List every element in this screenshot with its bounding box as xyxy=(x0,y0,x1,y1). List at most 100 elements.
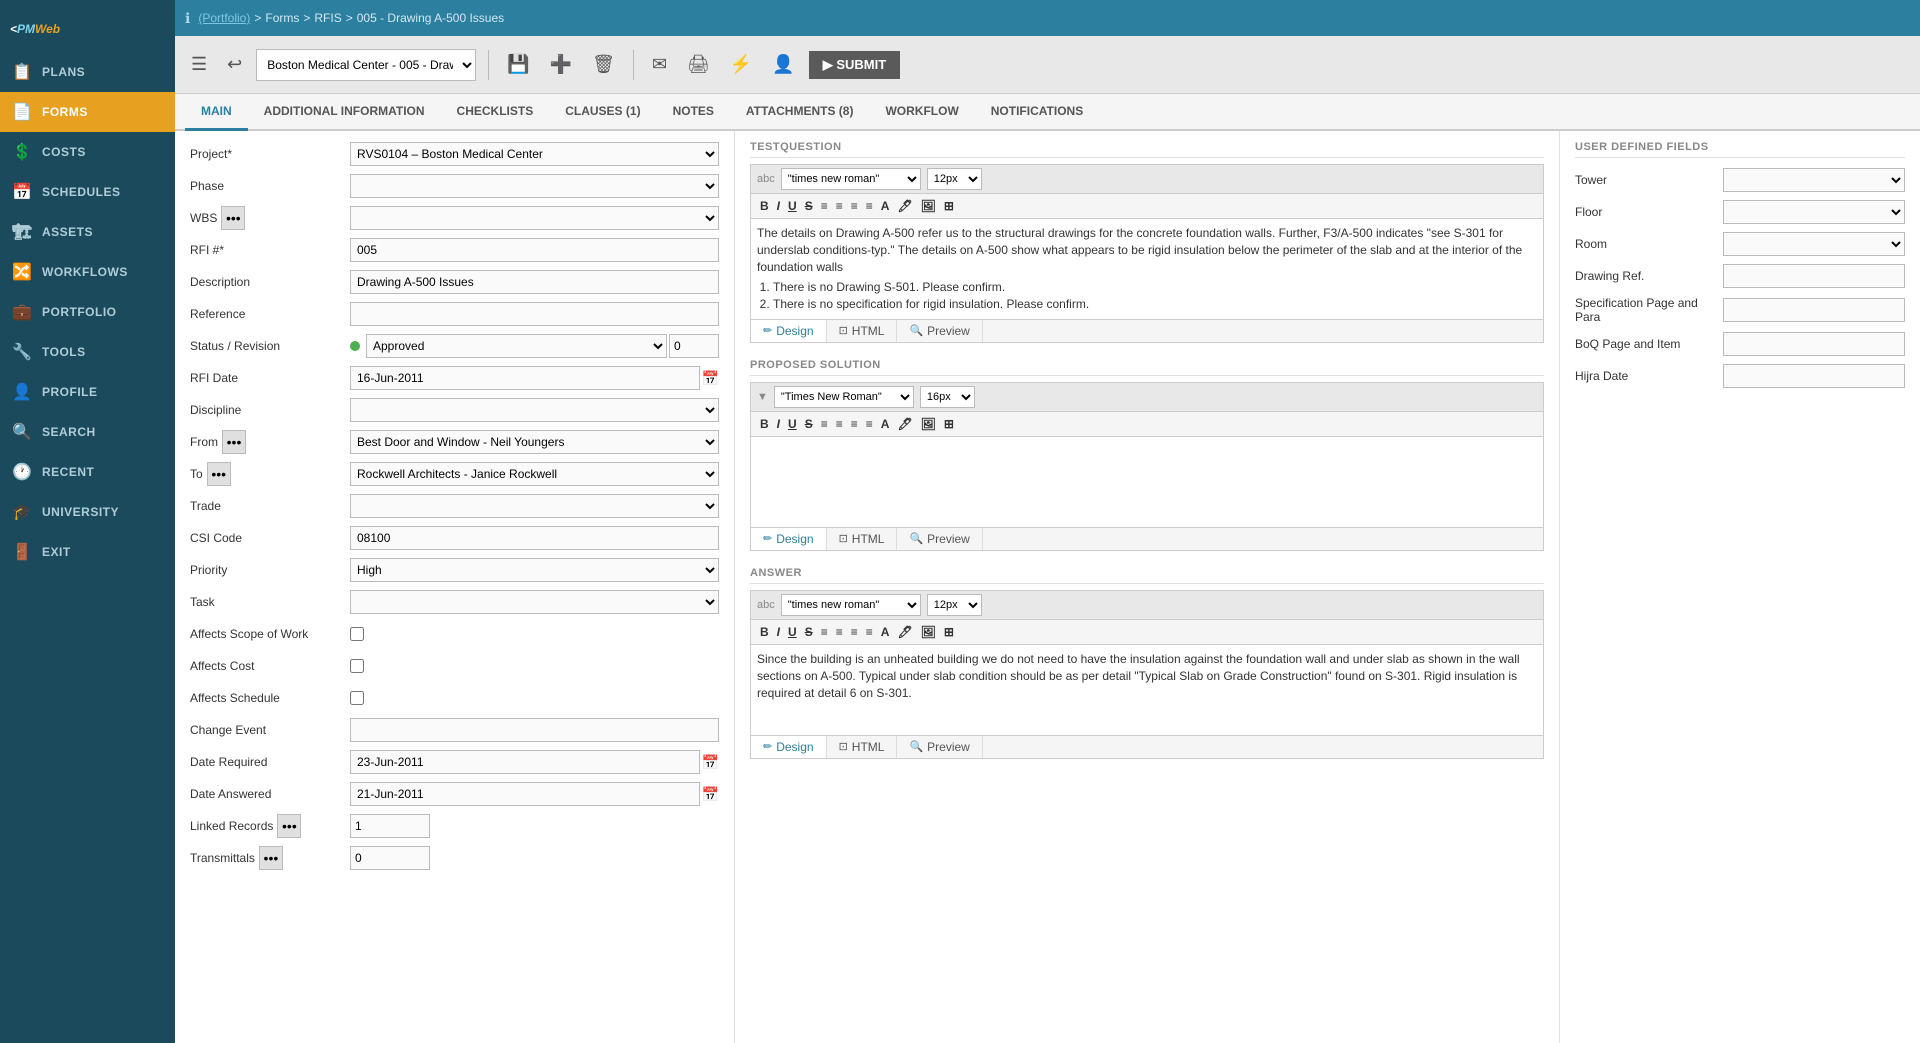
proposed-table-button[interactable]: ⊞ xyxy=(941,415,957,433)
testquestion-size-select[interactable]: 12px xyxy=(927,168,982,190)
image-button[interactable]: 🖼 xyxy=(918,197,939,215)
record-selector[interactable]: Boston Medical Center - 005 - Drawi xyxy=(256,49,476,81)
sidebar-item-university[interactable]: 🎓 UNIVERSITY xyxy=(0,492,175,532)
proposed-align-justify-button[interactable]: ≡ xyxy=(863,415,876,433)
trade-select[interactable] xyxy=(350,494,719,518)
submit-button[interactable]: ▶ SUBMIT xyxy=(809,51,900,79)
answer-align-center-button[interactable]: ≡ xyxy=(833,623,846,641)
tab-attachments[interactable]: ATTACHMENTS (8) xyxy=(730,94,870,131)
from-select[interactable]: Best Door and Window - Neil Youngers xyxy=(350,430,719,454)
date-answered-input[interactable] xyxy=(350,782,700,806)
sidebar-item-assets[interactable]: 🏗 ASSETS xyxy=(0,212,175,252)
menu-button[interactable]: ☰ xyxy=(185,50,213,79)
udf-tower-select[interactable] xyxy=(1723,168,1905,192)
tab-additional[interactable]: ADDITIONAL INFORMATION xyxy=(248,94,441,131)
answer-align-justify-button[interactable]: ≡ xyxy=(863,623,876,641)
highlight-button[interactable]: 🖊 xyxy=(894,197,915,215)
answer-italic-button[interactable]: I xyxy=(774,623,783,641)
align-left-button[interactable]: ≡ xyxy=(818,197,831,215)
sidebar-item-exit[interactable]: 🚪 EXIT xyxy=(0,532,175,572)
phase-select[interactable] xyxy=(350,174,719,198)
rfi-input[interactable] xyxy=(350,238,719,262)
linked-records-dots-button[interactable]: ••• xyxy=(277,814,301,838)
answer-underline-button[interactable]: U xyxy=(785,623,800,641)
proposed-tab-preview[interactable]: 🔍 Preview xyxy=(897,528,982,550)
proposed-tab-design[interactable]: ✏ Design xyxy=(751,528,827,550)
description-input[interactable] xyxy=(350,270,719,294)
proposed-font-color-button[interactable]: A xyxy=(878,415,893,433)
change-event-input[interactable] xyxy=(350,718,719,742)
udf-hijra-input[interactable] xyxy=(1723,364,1905,388)
align-justify-button[interactable]: ≡ xyxy=(863,197,876,215)
proposed-italic-button[interactable]: I xyxy=(774,415,783,433)
sidebar-item-schedules[interactable]: 📅 SCHEDULES xyxy=(0,172,175,212)
wbs-dots-button[interactable]: ••• xyxy=(221,206,245,230)
user-button[interactable]: 👤 xyxy=(766,50,800,79)
answer-size-select[interactable]: 12px xyxy=(927,594,982,616)
breadcrumb-portfolio[interactable]: (Portfolio) xyxy=(198,11,250,25)
proposed-strikethrough-button[interactable]: S xyxy=(802,415,816,433)
answer-tab-design[interactable]: ✏ Design xyxy=(751,736,827,758)
udf-spec-page-input[interactable] xyxy=(1723,298,1905,322)
affects-schedule-checkbox[interactable] xyxy=(350,691,364,705)
to-select[interactable]: Rockwell Architects - Janice Rockwell xyxy=(350,462,719,486)
lightning-button[interactable]: ⚡ xyxy=(724,50,758,79)
proposed-align-center-button[interactable]: ≡ xyxy=(833,415,846,433)
answer-body[interactable]: Since the building is an unheated buildi… xyxy=(751,645,1543,735)
align-right-button[interactable]: ≡ xyxy=(848,197,861,215)
proposed-font-select[interactable]: "Times New Roman" xyxy=(774,386,914,408)
print-button[interactable]: 🖨 xyxy=(681,50,716,79)
delete-button[interactable]: 🗑 xyxy=(586,50,621,79)
table-button[interactable]: ⊞ xyxy=(941,197,957,215)
answer-image-button[interactable]: 🖼 xyxy=(918,623,939,641)
rfi-date-input[interactable] xyxy=(350,366,700,390)
align-center-button[interactable]: ≡ xyxy=(833,197,846,215)
answer-tab-preview[interactable]: 🔍 Preview xyxy=(897,736,982,758)
csi-input[interactable] xyxy=(350,526,719,550)
proposed-highlight-button[interactable]: 🖊 xyxy=(894,415,915,433)
sidebar-item-forms[interactable]: 📄 FORMS xyxy=(0,92,175,132)
project-select[interactable]: RVS0104 – Boston Medical Center xyxy=(350,142,719,166)
status-num-input[interactable] xyxy=(669,334,719,358)
strikethrough-button[interactable]: S xyxy=(802,197,816,215)
discipline-select[interactable] xyxy=(350,398,719,422)
proposed-size-select[interactable]: 16px xyxy=(920,386,975,408)
affects-cost-checkbox[interactable] xyxy=(350,659,364,673)
answer-tab-html[interactable]: ⊡ HTML xyxy=(827,736,898,758)
answer-strikethrough-button[interactable]: S xyxy=(802,623,816,641)
proposed-align-right-button[interactable]: ≡ xyxy=(848,415,861,433)
udf-drawing-ref-input[interactable] xyxy=(1723,264,1905,288)
answer-bold-button[interactable]: B xyxy=(757,623,772,641)
sidebar-item-search[interactable]: 🔍 SEARCH xyxy=(0,412,175,452)
udf-floor-select[interactable] xyxy=(1723,200,1905,224)
transmittals-input[interactable] xyxy=(350,846,430,870)
tab-main[interactable]: MAIN xyxy=(185,94,248,131)
underline-button[interactable]: U xyxy=(785,197,800,215)
udf-room-select[interactable] xyxy=(1723,232,1905,256)
answer-align-left-button[interactable]: ≡ xyxy=(818,623,831,641)
tab-notifications[interactable]: NOTIFICATIONS xyxy=(975,94,1099,131)
proposed-solution-body[interactable] xyxy=(751,437,1543,527)
sidebar-item-portfolio[interactable]: 💼 PORTFOLIO xyxy=(0,292,175,332)
date-required-input[interactable] xyxy=(350,750,700,774)
sidebar-item-tools[interactable]: 🔧 TOOLS xyxy=(0,332,175,372)
font-color-button[interactable]: A xyxy=(878,197,893,215)
date-required-calendar-icon[interactable]: 📅 xyxy=(702,754,719,771)
testquestion-body[interactable]: The details on Drawing A-500 refer us to… xyxy=(751,219,1543,319)
affects-scope-checkbox[interactable] xyxy=(350,627,364,641)
sidebar-item-plans[interactable]: 📋 PLANS xyxy=(0,52,175,92)
save-button[interactable]: 💾 xyxy=(501,50,535,79)
testquestion-tab-preview[interactable]: 🔍 Preview xyxy=(897,320,982,342)
sidebar-item-costs[interactable]: 💲 COSTS xyxy=(0,132,175,172)
answer-highlight-button[interactable]: 🖊 xyxy=(894,623,915,641)
email-button[interactable]: ✉ xyxy=(646,50,673,79)
testquestion-tab-design[interactable]: ✏ Design xyxy=(751,320,827,342)
answer-table-button[interactable]: ⊞ xyxy=(941,623,957,641)
add-button[interactable]: ➕ xyxy=(544,50,578,79)
priority-select[interactable]: High xyxy=(350,558,719,582)
testquestion-tab-html[interactable]: ⊡ HTML xyxy=(827,320,898,342)
sidebar-item-profile[interactable]: 👤 PROFILE xyxy=(0,372,175,412)
tab-checklists[interactable]: CHECKLISTS xyxy=(441,94,550,131)
proposed-bold-button[interactable]: B xyxy=(757,415,772,433)
bold-button[interactable]: B xyxy=(757,197,772,215)
